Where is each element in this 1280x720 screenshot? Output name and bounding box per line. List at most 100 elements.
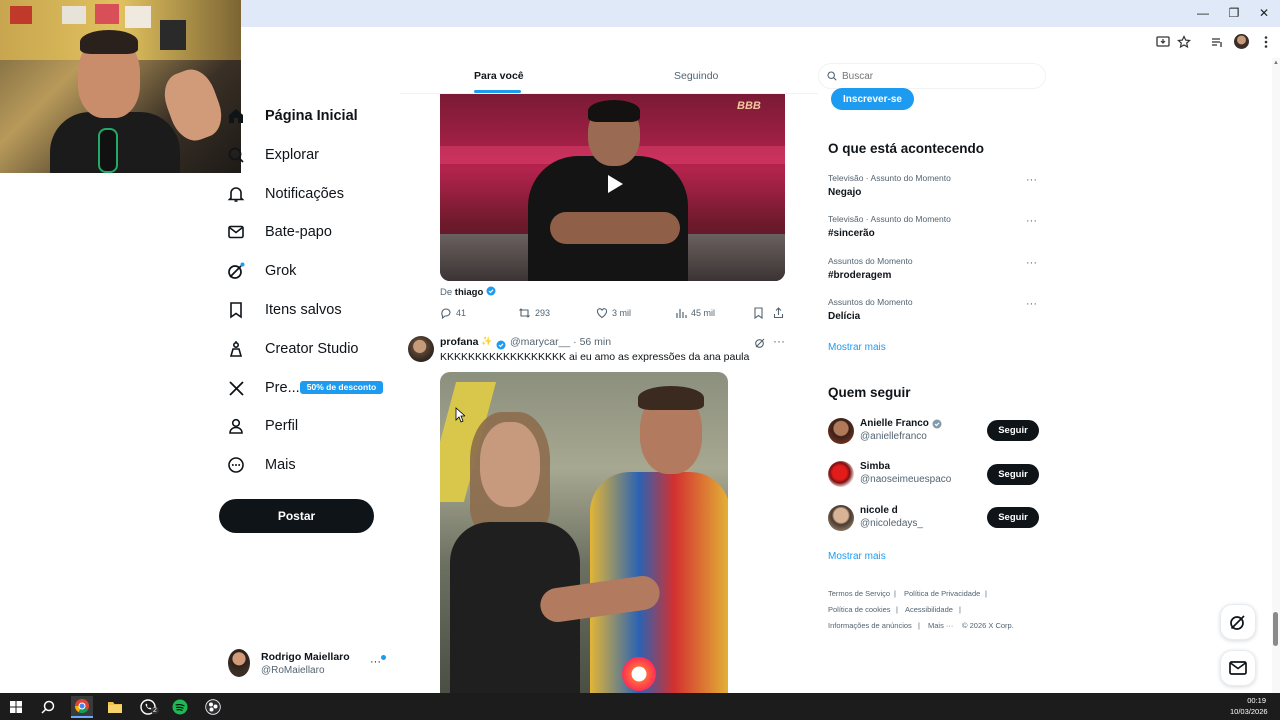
tab-following[interactable]: Seguindo (674, 70, 718, 82)
footer-more-link[interactable]: Mais ··· (928, 621, 953, 630)
trend-item[interactable]: Televisão · Assunto do Momento Negajo (828, 173, 951, 198)
footer-ads-info-link[interactable]: Informações de anúncios (828, 621, 912, 630)
search-box[interactable] (818, 63, 1046, 89)
follow-suggestion[interactable]: nicole d @nicoledays_ (860, 505, 923, 529)
post-button[interactable]: Postar (219, 499, 374, 533)
spotify-icon[interactable] (169, 696, 191, 718)
trend-category: Assuntos do Momento (828, 297, 913, 307)
grok-icon[interactable] (754, 336, 768, 350)
trend-more-icon[interactable]: ··· (1026, 174, 1037, 186)
nav-home[interactable]: Página Inicial (226, 102, 358, 130)
trend-item[interactable]: Assuntos do Momento Delícia (828, 297, 913, 322)
nav-grok[interactable]: Grok (226, 257, 296, 285)
footer-terms-link[interactable]: Termos de Serviço (828, 589, 890, 598)
windows-taskbar (0, 693, 1280, 720)
follow-suggestion[interactable]: Simba @naoseimeuespaco (860, 461, 951, 485)
chrome-taskbar-icon[interactable] (71, 696, 93, 718)
mail-icon (226, 222, 246, 242)
via-user[interactable]: thiago (455, 287, 484, 298)
share-icon (773, 307, 784, 319)
follow-button[interactable]: Seguir (987, 464, 1039, 485)
floating-messages-button[interactable] (1220, 650, 1256, 686)
footer-cookies-link[interactable]: Política de cookies (828, 605, 891, 614)
share-button[interactable] (773, 306, 784, 320)
bookmark-star-icon[interactable] (1176, 35, 1192, 51)
follow-handle: @aniellefranco (860, 431, 927, 442)
verified-icon (932, 419, 942, 428)
nav-bookmarks[interactable]: Itens salvos (226, 296, 342, 324)
trend-name: Negajo (828, 187, 862, 198)
trend-item[interactable]: Televisão · Assunto do Momento #sincerão (828, 214, 951, 239)
nav-explore[interactable]: Explorar (226, 141, 319, 169)
repost-icon (519, 308, 530, 318)
tab-for-you[interactable]: Para você (474, 70, 524, 82)
media-controls-icon[interactable] (1209, 35, 1225, 51)
obs-icon[interactable] (202, 696, 224, 718)
nav-more[interactable]: Mais (226, 451, 296, 479)
tweet2-author-name[interactable]: profana (440, 336, 479, 348)
account-handle[interactable]: @RoMaiellaro (261, 665, 325, 676)
account-name[interactable]: Rodrigo Maiellaro (261, 651, 350, 663)
views-button[interactable]: 45 mil (675, 306, 715, 320)
nav-profile[interactable]: Perfil (226, 412, 298, 440)
tweet2-handle-time[interactable]: @marycar__ · 56 min (510, 336, 611, 348)
taskbar-date[interactable]: 10/03/2026 (1230, 707, 1268, 716)
like-button[interactable]: 3 mil (596, 306, 631, 320)
restore-button[interactable]: ❐ (1219, 4, 1249, 22)
follow-show-more-link[interactable]: Mostrar mais (828, 551, 886, 562)
footer-accessibility-link[interactable]: Acessibilidade (905, 605, 953, 614)
tweet2-avatar[interactable] (408, 336, 434, 362)
follow-button[interactable]: Seguir (987, 507, 1039, 528)
trend-more-icon[interactable]: ··· (1026, 215, 1037, 227)
trend-more-icon[interactable]: ··· (1026, 298, 1037, 310)
tweet2-video[interactable] (440, 372, 728, 693)
nav-notifications-label: Notificações (265, 186, 344, 202)
grok-icon (1230, 615, 1245, 630)
follow-suggestion[interactable]: Anielle Franco @aniellefranco (860, 418, 942, 442)
nav-premium[interactable]: Pre... (226, 374, 300, 402)
like-count: 3 mil (612, 308, 632, 318)
account-notification-dot (381, 655, 386, 660)
bookmark-tweet-button[interactable] (753, 306, 764, 320)
scrollbar-thumb[interactable] (1273, 612, 1278, 646)
footer-privacy-link[interactable]: Política de Privacidade (904, 589, 980, 598)
trends-show-more-link[interactable]: Mostrar mais (828, 342, 886, 353)
file-explorer-icon[interactable] (104, 696, 126, 718)
scroll-up-icon[interactable]: ▲ (1272, 60, 1280, 68)
follow-button[interactable]: Seguir (987, 420, 1039, 441)
scrollbar-track[interactable] (1272, 58, 1280, 693)
who-to-follow-title: Quem seguir (828, 385, 911, 400)
menu-kebab-icon[interactable] (1258, 35, 1274, 51)
whatsapp-icon[interactable]: 2 (137, 696, 159, 718)
search-input[interactable] (842, 70, 1032, 82)
home-icon (226, 106, 246, 126)
taskbar-time[interactable]: 00:19 (1236, 696, 1266, 705)
follow-name: nicole d (860, 505, 898, 516)
close-window-button[interactable]: ✕ (1249, 4, 1279, 22)
account-avatar[interactable] (228, 649, 250, 677)
reply-button[interactable]: 41 (440, 306, 466, 320)
nav-notifications[interactable]: Notificações (226, 180, 344, 208)
play-icon[interactable] (600, 170, 628, 198)
nav-profile-label: Perfil (265, 418, 299, 434)
trend-item[interactable]: Assuntos do Momento #broderagem (828, 256, 913, 281)
install-app-icon[interactable] (1155, 35, 1171, 51)
profile-avatar[interactable] (1234, 34, 1249, 49)
nav-chat[interactable]: Bate-papo (226, 218, 332, 246)
subscribe-button[interactable]: Inscrever-se (831, 88, 914, 110)
follow-avatar[interactable] (828, 418, 854, 444)
nav-creator-studio[interactable]: Creator Studio (226, 335, 359, 363)
follow-avatar[interactable] (828, 505, 854, 531)
nav-home-label: Página Inicial (265, 108, 358, 124)
minimize-button[interactable]: — (1188, 4, 1218, 22)
tweet2-more-icon[interactable]: ··· (773, 334, 785, 348)
trend-more-icon[interactable]: ··· (1026, 257, 1037, 269)
repost-button[interactable]: 293 (518, 306, 550, 320)
follow-avatar[interactable] (828, 461, 854, 487)
premium-discount-badge[interactable]: 50% de desconto (300, 381, 383, 394)
windows-start-icon[interactable] (5, 696, 27, 718)
taskbar-search-icon[interactable] (37, 696, 59, 718)
floating-grok-button[interactable] (1220, 604, 1256, 640)
person-icon (226, 416, 246, 436)
account-more-icon[interactable]: ··· (370, 656, 381, 668)
